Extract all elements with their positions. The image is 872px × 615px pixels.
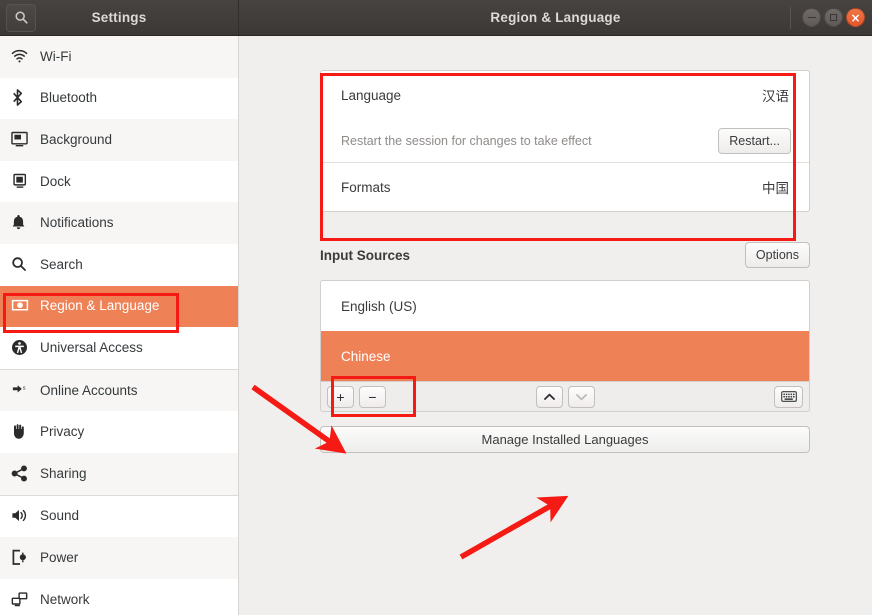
- online-accounts-icon: s: [11, 383, 36, 398]
- background-icon: [11, 131, 36, 147]
- remove-input-source-button[interactable]: −: [359, 385, 386, 408]
- input-sources-list: English (US) Chinese: [320, 280, 810, 382]
- power-plug-icon: [11, 549, 36, 566]
- sidebar: Wi-Fi Bluetooth Background Dock Notifica…: [0, 36, 239, 615]
- sidebar-item-search[interactable]: Search: [0, 244, 238, 286]
- language-card: Language 汉语 Restart the session for chan…: [320, 70, 810, 212]
- wifi-icon: [11, 49, 36, 64]
- title-bar-main-section: Region & Language ×: [239, 0, 872, 35]
- formats-row[interactable]: Formats 中国: [321, 163, 809, 211]
- language-row[interactable]: Language 汉语: [321, 71, 809, 119]
- input-sources-toolbar: + −: [320, 382, 810, 412]
- bluetooth-icon: [11, 89, 36, 107]
- main-content: Language 汉语 Restart the session for chan…: [239, 36, 872, 615]
- sidebar-item-network[interactable]: Network: [0, 579, 238, 615]
- sidebar-item-region-language[interactable]: Region & Language: [0, 285, 238, 328]
- sidebar-item-label: Search: [40, 256, 83, 272]
- dock-icon: [11, 173, 36, 189]
- sidebar-item-wifi[interactable]: Wi-Fi: [0, 36, 238, 78]
- input-sources-header: Input Sources Options: [320, 240, 810, 270]
- sidebar-item-sharing[interactable]: Sharing: [0, 452, 238, 495]
- sidebar-item-label: Network: [40, 591, 90, 607]
- restart-hint: Restart the session for changes to take …: [341, 133, 592, 148]
- sidebar-item-label: Notifications: [40, 215, 114, 231]
- sidebar-item-dock[interactable]: Dock: [0, 161, 238, 203]
- language-label: Language: [341, 87, 402, 103]
- sidebar-item-background[interactable]: Background: [0, 119, 238, 161]
- sidebar-item-sound[interactable]: Sound: [0, 496, 238, 538]
- sidebar-item-universal-access[interactable]: Universal Access: [0, 327, 238, 369]
- maximize-icon[interactable]: [824, 8, 843, 27]
- sidebar-item-privacy[interactable]: Privacy: [0, 411, 238, 453]
- options-button[interactable]: Options: [744, 242, 810, 268]
- input-source-label: Chinese: [341, 348, 391, 364]
- reorder-controls: [321, 385, 809, 408]
- add-input-source-button[interactable]: +: [327, 385, 354, 408]
- hand-icon: [11, 423, 36, 440]
- list-item[interactable]: English (US): [321, 281, 809, 331]
- input-source-label: English (US): [341, 298, 417, 314]
- titlebar-divider: [790, 7, 791, 29]
- formats-label: Formats: [341, 179, 391, 195]
- accessibility-icon: [11, 339, 36, 356]
- window-controls: ×: [802, 0, 865, 35]
- sidebar-item-label: Power: [40, 549, 79, 565]
- title-bar: Settings Region & Language ×: [0, 0, 872, 36]
- settings-window: Settings Region & Language × Wi-Fi Bluet…: [0, 0, 872, 615]
- sidebar-item-label: Wi-Fi: [40, 48, 72, 64]
- sidebar-item-label: Sound: [40, 508, 80, 524]
- bell-icon: [11, 214, 36, 231]
- move-down-button[interactable]: [567, 385, 595, 408]
- restart-button[interactable]: Restart...: [718, 127, 791, 154]
- sidebar-item-power[interactable]: Power: [0, 537, 238, 579]
- sidebar-item-label: Sharing: [40, 465, 87, 481]
- title-bar-sidebar-section: Settings: [0, 0, 239, 35]
- window-body: Wi-Fi Bluetooth Background Dock Notifica…: [0, 36, 872, 615]
- formats-value: 中国: [762, 181, 789, 196]
- sidebar-item-online-accounts[interactable]: s Online Accounts: [0, 369, 238, 412]
- magnifier-icon: [11, 256, 36, 272]
- sidebar-item-label: Background: [40, 131, 113, 147]
- sidebar-item-label: Bluetooth: [40, 90, 98, 106]
- sidebar-item-label: Region & Language: [40, 298, 160, 314]
- share-icon: [11, 465, 36, 482]
- speaker-icon: [11, 508, 36, 523]
- close-icon[interactable]: ×: [846, 8, 865, 27]
- move-up-button[interactable]: [535, 385, 563, 408]
- network-icon: [11, 591, 36, 607]
- sidebar-item-label: Online Accounts: [40, 382, 138, 398]
- restart-row: Restart the session for changes to take …: [321, 119, 809, 163]
- svg-text:s: s: [23, 385, 26, 391]
- sidebar-item-bluetooth[interactable]: Bluetooth: [0, 78, 238, 120]
- keyboard-icon[interactable]: [774, 385, 803, 408]
- language-value: 汉语: [762, 89, 789, 104]
- sidebar-item-notifications[interactable]: Notifications: [0, 202, 238, 244]
- sidebar-item-label: Dock: [40, 173, 71, 189]
- input-sources-title: Input Sources: [320, 247, 411, 263]
- search-icon[interactable]: [6, 3, 36, 32]
- preview-controls: [774, 385, 803, 408]
- sidebar-item-label: Privacy: [40, 424, 85, 440]
- sidebar-item-label: Universal Access: [40, 339, 143, 355]
- list-item[interactable]: Chinese: [321, 331, 809, 381]
- flag-icon: [11, 298, 36, 313]
- minimize-icon[interactable]: [802, 8, 821, 27]
- manage-installed-languages-button[interactable]: Manage Installed Languages: [320, 426, 810, 453]
- window-title: Region & Language: [490, 10, 621, 25]
